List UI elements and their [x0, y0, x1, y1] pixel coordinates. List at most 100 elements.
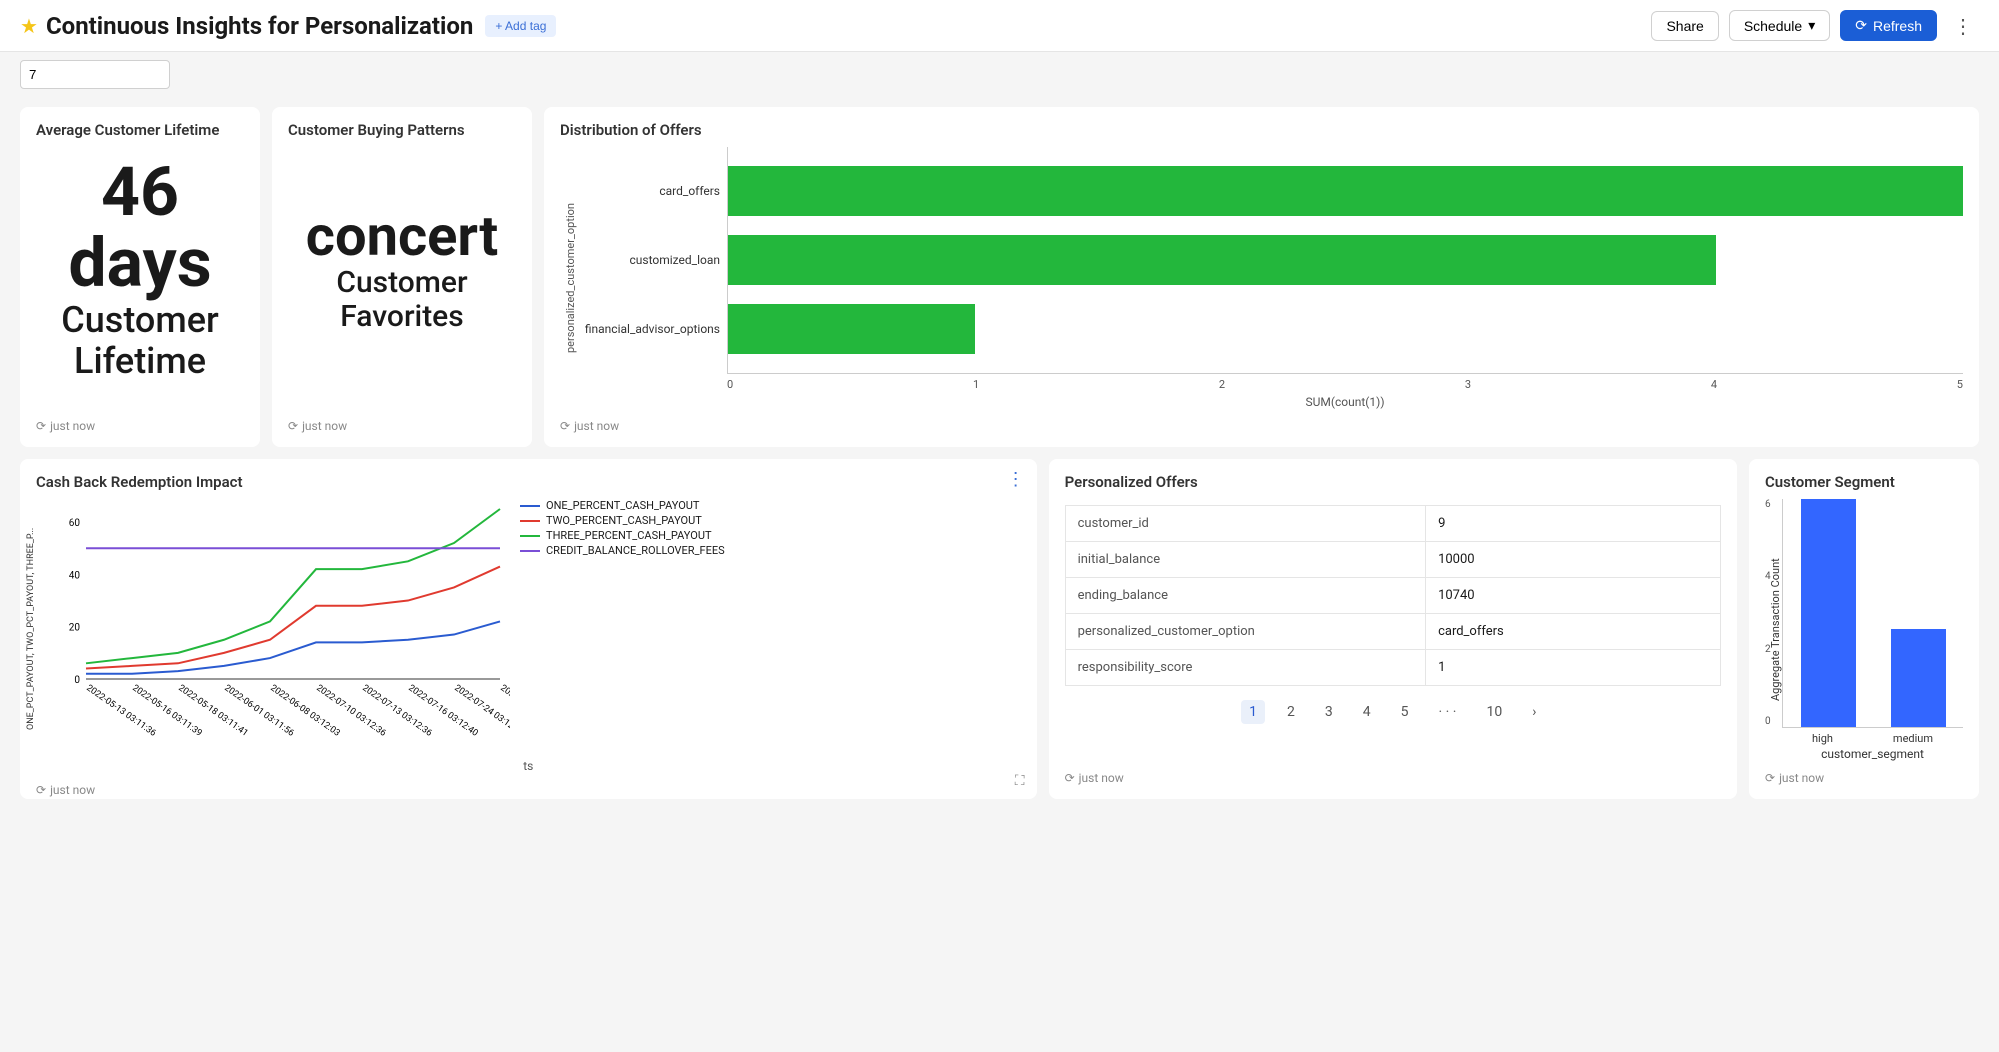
page-next-icon[interactable]: › — [1524, 700, 1544, 724]
page-link[interactable]: 3 — [1317, 700, 1341, 724]
card-customer-segment: Customer Segment Aggregate Transaction C… — [1749, 459, 1979, 799]
legend-swatch — [520, 520, 540, 522]
page-link[interactable]: 2 — [1279, 700, 1303, 724]
footer-text: just now — [50, 783, 95, 797]
filter-row — [0, 52, 1999, 97]
table-value: 10740 — [1426, 578, 1721, 614]
svg-text:0: 0 — [74, 675, 80, 686]
bar-category-label: financial_advisor_options — [578, 322, 728, 336]
card-footer: ⟳ just now — [1765, 761, 1963, 785]
x-tick: high — [1812, 732, 1833, 745]
x-tick: 1 — [973, 378, 979, 391]
header-bar: ★ Continuous Insights for Personalizatio… — [0, 0, 1999, 52]
page-link[interactable]: 5 — [1393, 700, 1417, 724]
table-row: initial_balance10000 — [1065, 542, 1720, 578]
x-tick: 5 — [1957, 378, 1963, 391]
legend-label: THREE_PERCENT_CASH_PAYOUT — [546, 529, 712, 542]
metric-value: 46 days — [36, 157, 244, 300]
hbar-row: financial_advisor_options — [728, 299, 1963, 359]
footer-text: just now — [574, 419, 619, 433]
refresh-icon: ⟳ — [1765, 771, 1775, 785]
table-row: customer_id9 — [1065, 506, 1720, 542]
page-link[interactable]: 10 — [1478, 700, 1510, 724]
hbar-row: card_offers — [728, 161, 1963, 221]
table-value: 1 — [1426, 650, 1721, 686]
table-value: card_offers — [1426, 614, 1721, 650]
share-button[interactable]: Share — [1651, 11, 1718, 41]
bar — [728, 304, 975, 354]
card-cashback: ⋮ Cash Back Redemption Impact ONE_PCT_PA… — [20, 459, 1037, 799]
card-title: Personalized Offers — [1065, 473, 1721, 491]
table-value: 9 — [1426, 506, 1721, 542]
x-axis-label: SUM(count(1)) — [727, 391, 1963, 409]
refresh-icon: ⟳ — [560, 419, 570, 433]
y-tick: 2 — [1765, 644, 1771, 655]
y-axis-label: ONE_PCT_PAYOUT, TWO_PCT_PAYOUT, THREE_P.… — [26, 499, 36, 759]
refresh-icon: ⟳ — [1855, 17, 1867, 34]
expand-icon[interactable]: ⛶ — [1015, 773, 1025, 789]
page-link[interactable]: · · · — [1431, 700, 1465, 724]
footer-text: just now — [1079, 771, 1124, 785]
svg-text:60: 60 — [69, 518, 81, 529]
table-row: ending_balance10740 — [1065, 578, 1720, 614]
card-footer: ⟳ just now — [288, 409, 516, 433]
x-axis-ticks: highmedium — [1782, 728, 1963, 745]
page-link[interactable]: 4 — [1355, 700, 1379, 724]
dashboard: Average Customer Lifetime 46 days Custom… — [0, 97, 1999, 809]
add-tag-button[interactable]: + Add tag — [485, 15, 556, 37]
x-axis-label: customer_segment — [1782, 745, 1963, 761]
legend-item: CREDIT_BALANCE_ROLLOVER_FEES — [520, 544, 725, 557]
card-title: Cash Back Redemption Impact — [36, 473, 1021, 491]
y-tick: 6 — [1765, 499, 1771, 510]
card-title: Customer Buying Patterns — [288, 121, 516, 139]
x-tick: 4 — [1711, 378, 1717, 391]
bar-category-label: card_offers — [578, 184, 728, 198]
footer-text: just now — [302, 419, 347, 433]
pagination: 12345 · · · 10 › — [1065, 700, 1721, 724]
card-personalized-offers: Personalized Offers customer_id9initial_… — [1049, 459, 1737, 799]
bar-category-label: customized_loan — [578, 253, 728, 267]
refresh-label: Refresh — [1873, 18, 1922, 34]
table-row: personalized_customer_optioncard_offers — [1065, 614, 1720, 650]
card-footer: ⟳ just now — [1065, 761, 1721, 785]
y-tick: 4 — [1765, 571, 1771, 582]
card-title: Customer Segment — [1765, 473, 1963, 491]
table-key: customer_id — [1065, 506, 1425, 542]
refresh-icon: ⟳ — [1065, 771, 1075, 785]
y-tick: 0 — [1765, 716, 1771, 727]
refresh-icon: ⟳ — [36, 783, 46, 797]
footer-text: just now — [1779, 771, 1824, 785]
bar — [1891, 629, 1946, 727]
chart-legend: ONE_PERCENT_CASH_PAYOUT TWO_PERCENT_CASH_… — [520, 499, 725, 759]
card-avg-lifetime: Average Customer Lifetime 46 days Custom… — [20, 107, 260, 447]
metric-sub: Customer Favorites — [288, 266, 516, 335]
x-axis-ticks: 012345 — [727, 374, 1963, 391]
schedule-button[interactable]: Schedule ▾ — [1729, 10, 1830, 41]
hbar-chart: personalized_customer_option card_offers… — [560, 147, 1963, 409]
page-link[interactable]: 1 — [1241, 700, 1265, 724]
bar — [1801, 499, 1856, 727]
filter-input[interactable] — [20, 60, 170, 89]
legend-label: TWO_PERCENT_CASH_PAYOUT — [546, 514, 702, 527]
card-distribution-offers: Distribution of Offers personalized_cust… — [544, 107, 1979, 447]
card-footer: ⟳ just now — [36, 773, 1021, 797]
card-footer: ⟳ just now — [36, 409, 244, 433]
legend-label: ONE_PERCENT_CASH_PAYOUT — [546, 499, 700, 512]
svg-text:20: 20 — [69, 623, 81, 634]
metric-sub: Customer Lifetime — [36, 300, 244, 383]
line-chart: 02040602022-05-13 03:11:362022-05-16 03:… — [50, 499, 510, 759]
x-tick: 3 — [1465, 378, 1471, 391]
kebab-menu-icon[interactable]: ⋮ — [1947, 14, 1979, 38]
refresh-button[interactable]: ⟳ Refresh — [1840, 10, 1937, 41]
y-axis-label: personalized_customer_option — [560, 147, 577, 409]
card-title: Average Customer Lifetime — [36, 121, 244, 139]
card-menu-icon[interactable]: ⋮ — [1007, 469, 1025, 490]
refresh-icon: ⟳ — [288, 419, 298, 433]
card-footer: ⟳ just now — [560, 409, 1963, 433]
legend-swatch — [520, 505, 540, 507]
legend-swatch — [520, 550, 540, 552]
bar — [728, 166, 1963, 216]
star-icon[interactable]: ★ — [20, 14, 38, 38]
hbar-row: customized_loan — [728, 230, 1963, 290]
bar — [728, 235, 1716, 285]
